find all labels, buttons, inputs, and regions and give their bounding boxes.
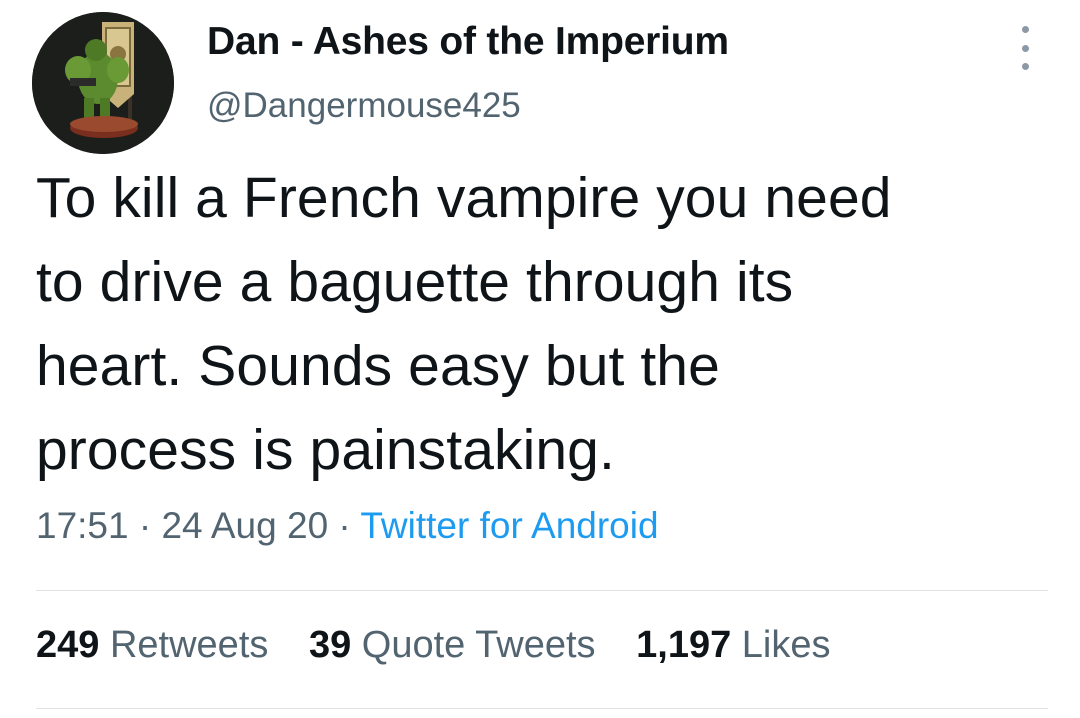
likes-count: 1,197 (636, 624, 732, 666)
tweet-date[interactable]: 24 Aug 20 (161, 505, 328, 546)
tweet-meta: 17:51 · 24 Aug 20 · Twitter for Android (36, 505, 659, 547)
retweets-stat[interactable]: 249 Retweets (36, 624, 268, 666)
more-options-button[interactable] (1010, 26, 1040, 70)
tweet-text-line: heart. Sounds easy but the (36, 334, 720, 398)
retweets-count: 249 (36, 624, 100, 666)
quote-tweets-stat[interactable]: 39 Quote Tweets (309, 624, 596, 666)
tweet-source-link[interactable]: Twitter for Android (360, 505, 658, 546)
tweet-text: To kill a French vampire you need to dri… (36, 156, 1046, 492)
tweet-stats: 249 Retweets 39 Quote Tweets 1,197 Likes (36, 624, 861, 667)
author-display-name[interactable]: Dan - Ashes of the Imperium (207, 20, 729, 64)
tweet-text-line: to drive a baguette through its (36, 250, 794, 314)
likes-label: Likes (741, 624, 831, 666)
author-handle[interactable]: @Dangermouse425 (207, 86, 521, 126)
avatar[interactable] (32, 12, 174, 154)
quote-tweets-count: 39 (308, 624, 352, 666)
divider (36, 708, 1048, 709)
tweet-time[interactable]: 17:51 (36, 505, 129, 546)
tweet-text-line: process is painstaking. (36, 418, 615, 482)
more-vertical-icon-dot (1021, 63, 1029, 70)
more-vertical-icon-dot (1021, 26, 1029, 33)
tweet-text-line: To kill a French vampire you need (36, 166, 892, 230)
meta-separator: · (128, 505, 162, 546)
likes-stat[interactable]: 1,197 Likes (636, 624, 830, 666)
meta-separator: · (328, 505, 361, 546)
more-vertical-icon-dot (1021, 44, 1029, 52)
quote-tweets-label: Quote Tweets (361, 624, 596, 666)
tweet-card: Dan - Ashes of the Imperium @Dangermouse… (0, 0, 1080, 718)
space-marine-avatar-icon (32, 12, 174, 154)
divider (36, 590, 1048, 591)
retweets-label: Retweets (109, 624, 269, 666)
